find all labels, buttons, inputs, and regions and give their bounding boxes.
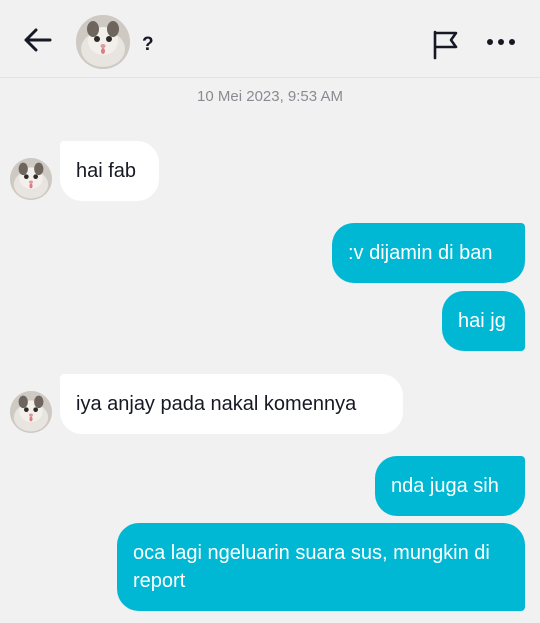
contact-name[interactable]: ? <box>142 34 154 56</box>
message-bubble-incoming[interactable]: iya anjay pada nakal komennya <box>60 374 403 434</box>
more-dots-icon <box>487 39 515 45</box>
flag-icon <box>433 30 458 60</box>
contact-avatar[interactable] <box>76 15 130 69</box>
message-bubble-outgoing[interactable]: hai jg <box>442 291 525 351</box>
message-bubble-outgoing[interactable]: :v dijamin di ban <box>332 223 525 283</box>
message-bubble-incoming[interactable]: hai fab <box>60 141 159 201</box>
sender-avatar[interactable] <box>10 391 52 433</box>
back-button[interactable] <box>20 24 56 56</box>
back-arrow-icon <box>24 28 52 52</box>
report-button[interactable] <box>430 28 462 60</box>
message-timestamp: 10 Mei 2023, 9:53 AM <box>197 88 343 105</box>
message-bubble-outgoing[interactable]: oca lagi ngeluarin suara sus, mungkin di… <box>117 523 525 611</box>
more-options-button[interactable] <box>484 30 520 54</box>
chat-header: ? <box>0 0 540 78</box>
message-bubble-outgoing[interactable]: nda juga sih <box>375 456 525 516</box>
sender-avatar[interactable] <box>10 158 52 200</box>
